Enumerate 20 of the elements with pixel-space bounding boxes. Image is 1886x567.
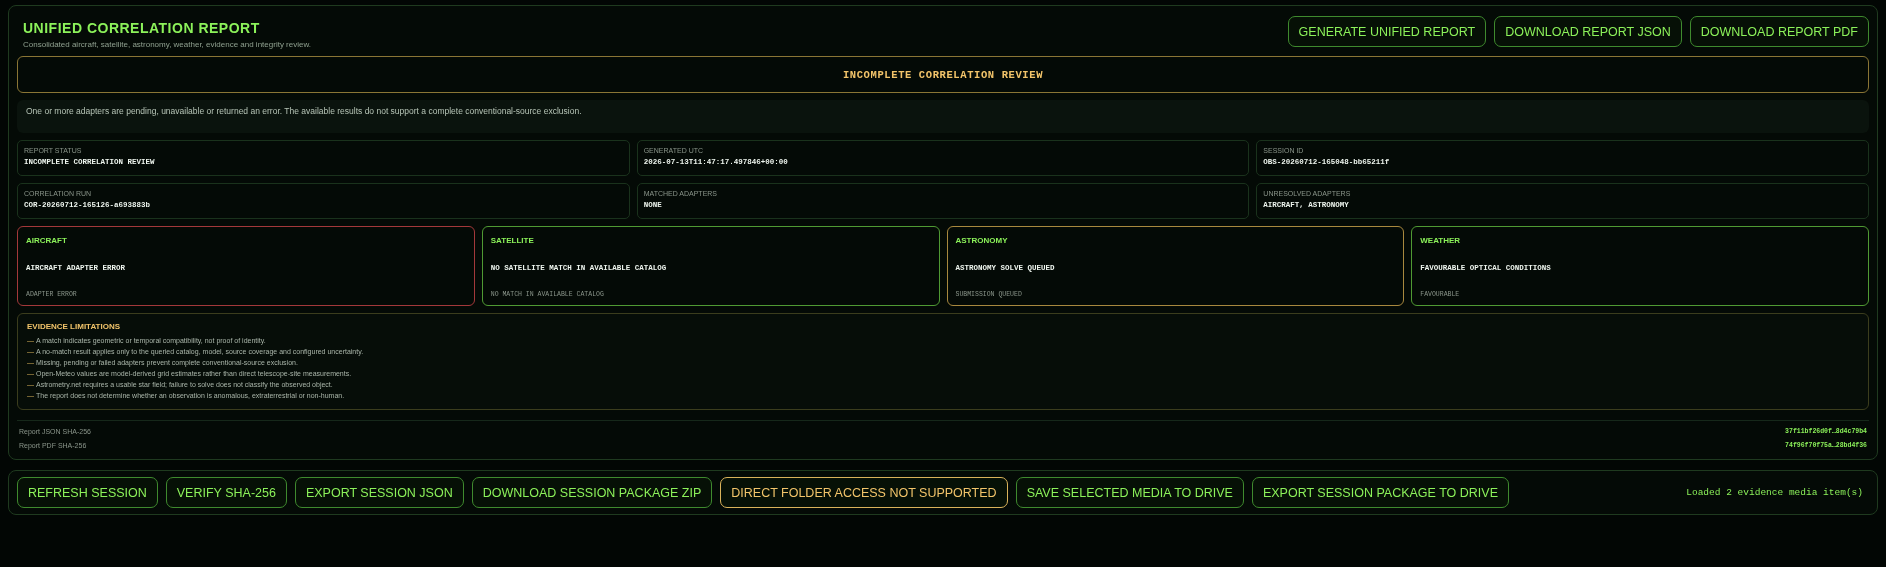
adapter-title: SATELLITE — [490, 236, 535, 245]
limitations-title: EVIDENCE LIMITATIONS — [27, 322, 122, 331]
session-button[interactable]: EXPORT SESSION PACKAGE TO DRIVE — [1251, 477, 1509, 508]
adapter-title: AIRCRAFT — [26, 236, 68, 245]
adapter-title: WEATHER — [1420, 236, 1462, 245]
session-button[interactable]: DOWNLOAD SESSION PACKAGE ZIP — [471, 477, 713, 508]
status-text: Loaded 2 evidence media item(s) — [1686, 487, 1864, 498]
report-action-button[interactable]: GENERATE UNIFIED REPORT — [1287, 16, 1487, 47]
session-button[interactable]: VERIFY SHA-256 — [165, 477, 287, 508]
status-banner: INCOMPLETE CORRELATION REVIEW — [17, 56, 1869, 93]
report-action-button[interactable]: DOWNLOAD REPORT PDF — [1689, 16, 1869, 47]
report-subtitle: Consolidated aircraft, satellite, astronomy, weather, evidence and integrity review. — [23, 40, 311, 49]
session-button[interactable]: REFRESH SESSION — [17, 477, 158, 508]
session-button[interactable]: DIRECT FOLDER ACCESS NOT SUPPORTED — [720, 477, 1008, 508]
report-title: UNIFIED CORRELATION REPORT — [23, 20, 261, 36]
adapter-title: ASTRONOMY — [955, 236, 1009, 245]
session-button[interactable]: SAVE SELECTED MEDIA TO DRIVE — [1015, 477, 1244, 508]
session-button[interactable]: EXPORT SESSION JSON — [294, 477, 464, 508]
report-action-button[interactable]: DOWNLOAD REPORT JSON — [1494, 16, 1682, 47]
status-message: One or more adapters are pending, unavailable or returned an error. The available results do not support a complete conventional-source exclusion. — [17, 100, 1869, 133]
